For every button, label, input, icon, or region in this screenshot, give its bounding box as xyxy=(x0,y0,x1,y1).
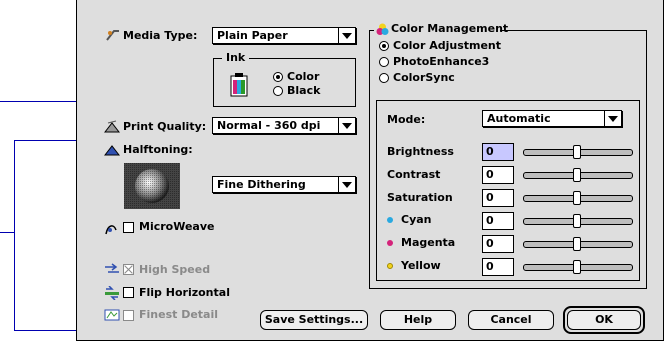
ink-cartridge-icon xyxy=(228,72,250,101)
slider-thumb[interactable] xyxy=(573,191,581,205)
brightness-slider[interactable] xyxy=(523,145,633,159)
media-type-select[interactable]: Plain Paper xyxy=(212,27,356,44)
print-quality-label: Print Quality: xyxy=(123,120,207,133)
saturation-slider[interactable] xyxy=(523,191,633,205)
high-speed-icon xyxy=(104,263,120,278)
mode-value: Automatic xyxy=(487,112,551,125)
color-wheel-icon xyxy=(376,23,389,35)
print-quality-icon xyxy=(103,119,121,136)
callout-line-left xyxy=(0,232,14,233)
mode-label: Mode: xyxy=(387,113,426,126)
contrast-label: Contrast xyxy=(387,168,441,181)
slider-thumb[interactable] xyxy=(573,237,581,251)
brightness-input[interactable]: 0 xyxy=(482,143,514,161)
chevron-down-icon xyxy=(338,177,355,192)
cancel-button[interactable]: Cancel xyxy=(468,310,554,330)
flip-horizontal-label[interactable]: Flip Horizontal xyxy=(139,286,230,300)
media-type-icon xyxy=(106,28,120,45)
ink-black-radio[interactable] xyxy=(273,86,283,96)
photoenhance-radio[interactable] xyxy=(379,57,389,67)
finest-detail-label: Finest Detail xyxy=(139,308,219,321)
halftoning-value: Fine Dithering xyxy=(217,178,306,191)
chevron-down-icon xyxy=(604,111,621,126)
finest-detail-checkbox xyxy=(123,310,134,321)
yellow-dot-icon xyxy=(387,263,393,269)
save-settings-button[interactable]: Save Settings... xyxy=(260,310,368,330)
callout-line-bracket-vertical xyxy=(14,140,15,330)
cyan-label: Cyan xyxy=(401,213,432,226)
slider-thumb[interactable] xyxy=(573,214,581,228)
yellow-input[interactable]: 0 xyxy=(482,258,514,276)
slider-thumb[interactable] xyxy=(573,168,581,182)
photoenhance-label[interactable]: PhotoEnhance3 xyxy=(393,55,489,69)
high-speed-label: High Speed xyxy=(139,263,211,276)
flip-horizontal-checkbox[interactable] xyxy=(123,287,134,298)
flip-horizontal-icon xyxy=(104,285,120,303)
mode-select[interactable]: Automatic xyxy=(482,110,622,127)
help-button[interactable]: Help xyxy=(380,310,456,330)
ink-black-label[interactable]: Black xyxy=(287,84,320,98)
print-quality-select[interactable]: Normal - 360 dpi xyxy=(212,117,356,134)
print-quality-value: Normal - 360 dpi xyxy=(217,119,321,132)
yellow-label: Yellow xyxy=(401,259,441,272)
halftone-preview-image xyxy=(124,163,180,209)
halftoning-label: Halftoning: xyxy=(123,143,193,156)
halftoning-icon xyxy=(103,142,121,159)
cyan-slider[interactable] xyxy=(523,214,633,228)
color-adjustment-radio[interactable] xyxy=(379,41,389,51)
contrast-slider[interactable] xyxy=(523,168,633,182)
saturation-label: Saturation xyxy=(387,191,453,204)
slider-thumb[interactable] xyxy=(573,260,581,274)
color-management-title-text: Color Management xyxy=(391,22,509,35)
contrast-input[interactable]: 0 xyxy=(482,166,514,184)
color-adjustment-label[interactable]: Color Adjustment xyxy=(393,39,501,53)
halftoning-select[interactable]: Fine Dithering xyxy=(212,176,356,193)
ok-button[interactable]: OK xyxy=(567,310,641,330)
magenta-label: Magenta xyxy=(401,236,456,249)
ink-group-title: Ink xyxy=(222,51,250,65)
ink-color-label[interactable]: Color xyxy=(287,70,319,84)
microweave-checkbox[interactable] xyxy=(123,222,134,233)
brightness-label: Brightness xyxy=(387,145,454,158)
cyan-dot-icon xyxy=(387,217,393,223)
yellow-slider[interactable] xyxy=(523,260,633,274)
slider-thumb[interactable] xyxy=(573,145,581,159)
magenta-input[interactable]: 0 xyxy=(482,235,514,253)
colorsync-label[interactable]: ColorSync xyxy=(393,71,455,85)
high-speed-checkbox xyxy=(123,264,134,275)
magenta-slider[interactable] xyxy=(523,237,633,251)
cyan-input[interactable]: 0 xyxy=(482,212,514,230)
colorsync-radio[interactable] xyxy=(379,73,389,83)
ink-color-radio[interactable] xyxy=(273,72,283,82)
saturation-input[interactable]: 0 xyxy=(482,189,514,207)
magenta-dot-icon xyxy=(387,240,393,246)
chevron-down-icon xyxy=(338,118,355,133)
media-type-label: Media Type: xyxy=(123,29,198,42)
microweave-label[interactable]: MicroWeave xyxy=(139,220,214,234)
finest-detail-icon xyxy=(104,308,120,325)
microweave-icon xyxy=(104,222,118,239)
media-type-value: Plain Paper xyxy=(217,29,288,42)
chevron-down-icon xyxy=(338,28,355,43)
